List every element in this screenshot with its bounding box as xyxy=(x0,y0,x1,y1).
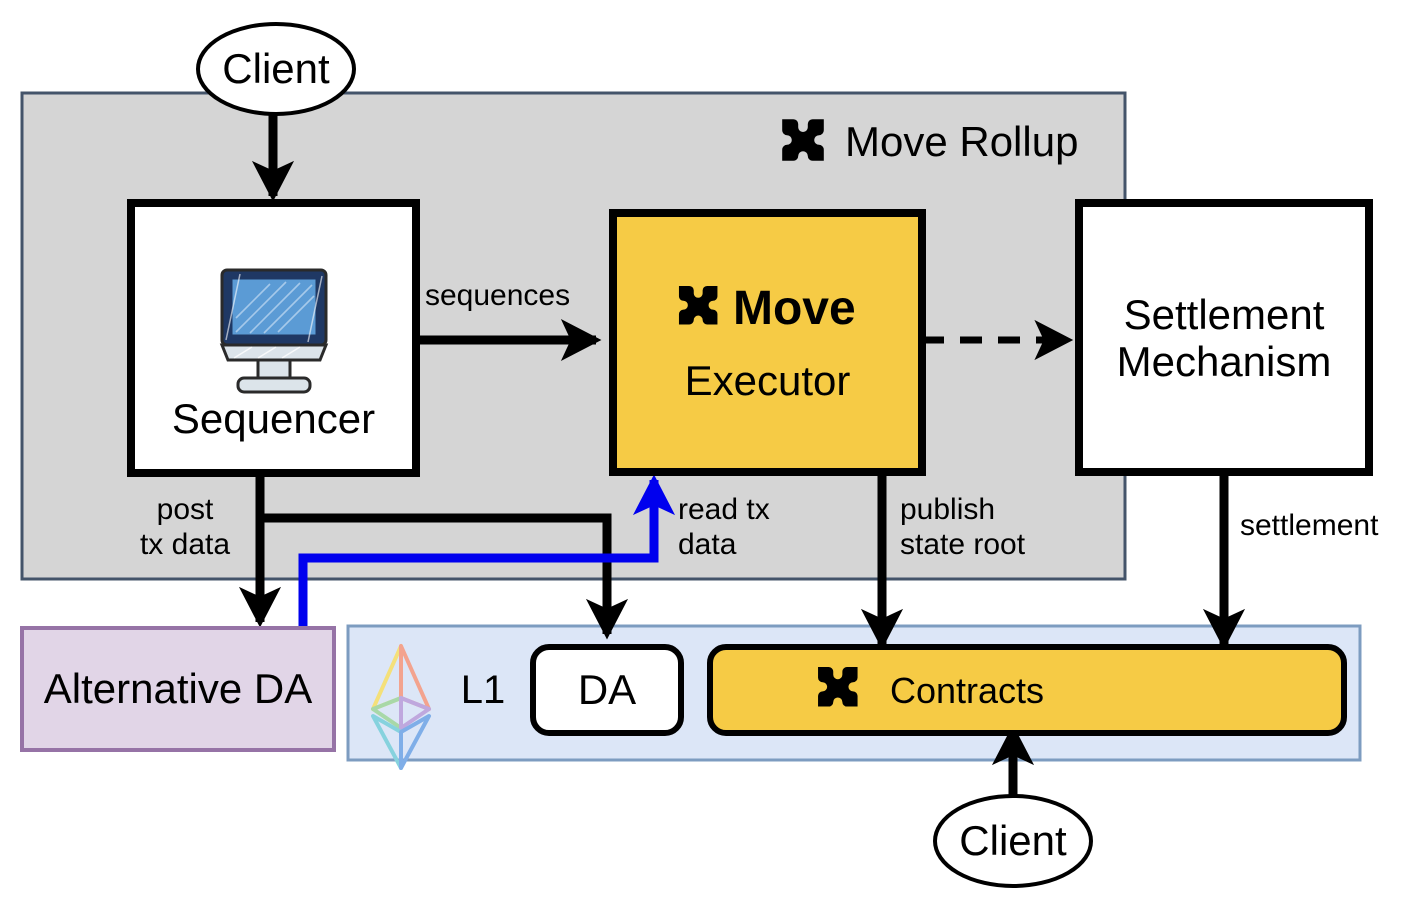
edge-label-read-tx-data: read tx data xyxy=(678,493,770,562)
edge-label-settlement: settlement xyxy=(1240,509,1379,542)
client-top-node-ellipse[interactable] xyxy=(196,22,356,116)
alternative-da-node-box[interactable] xyxy=(20,626,336,752)
edge-label-post-tx-data: post tx data xyxy=(139,493,231,562)
move-rollup-group-title: Move Rollup xyxy=(845,118,1078,166)
diagram-canvas: Move Rollup L1 Client Sequencer Move Exe… xyxy=(0,0,1408,906)
edge-label-sequences: sequences xyxy=(425,279,571,312)
contracts-node-box[interactable] xyxy=(707,644,1347,736)
edge-label-publish-state-root: publish state root xyxy=(900,493,1026,562)
move-executor-node-box[interactable] xyxy=(609,209,926,476)
da-node-box[interactable] xyxy=(530,644,684,736)
diagram-vector-layer xyxy=(20,22,1373,888)
move-rollup-group-label: Move Rollup xyxy=(845,118,1079,165)
settlement-mechanism-node-box[interactable] xyxy=(1075,199,1373,476)
client-bottom-node-ellipse[interactable] xyxy=(933,794,1093,888)
